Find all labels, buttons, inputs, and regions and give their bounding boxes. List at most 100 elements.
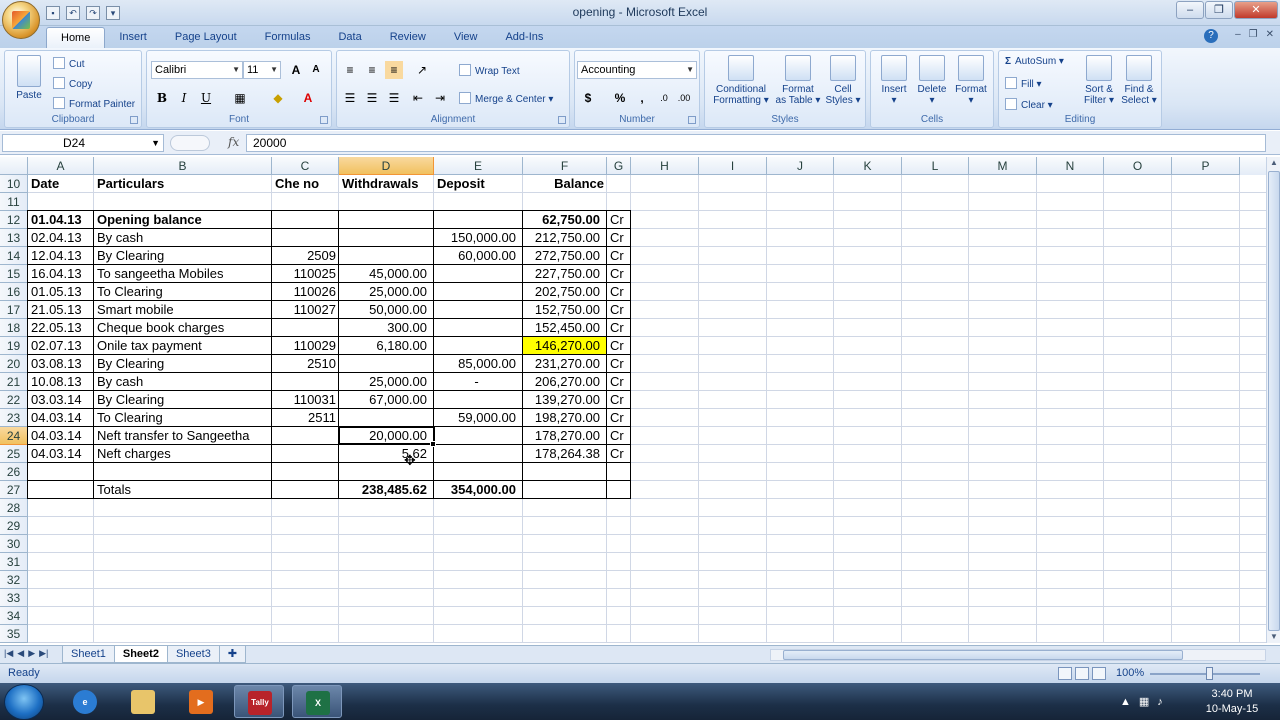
number-launcher-icon[interactable]	[688, 116, 696, 124]
cell-deposit[interactable]	[434, 445, 519, 463]
cell-deposit[interactable]	[434, 427, 519, 445]
taskbar-excel[interactable]: X	[292, 685, 342, 718]
tab-formulas[interactable]: Formulas	[251, 27, 325, 48]
cell-date[interactable]: 04.03.14	[28, 427, 85, 445]
last-sheet-icon[interactable]: ▶|	[39, 648, 48, 659]
merge-center-button[interactable]: Merge & Center ▾	[459, 92, 553, 105]
column-header-h[interactable]: H	[631, 157, 699, 175]
tab-view[interactable]: View	[440, 27, 492, 48]
cell-total-deposit[interactable]: 354,000.00	[434, 481, 519, 499]
workbook-close-icon[interactable]: ✕	[1266, 29, 1274, 40]
row-header-14[interactable]: 14	[0, 247, 28, 265]
cell-che-no[interactable]	[272, 427, 339, 445]
cell-particulars[interactable]: By Clearing	[94, 355, 167, 373]
grow-font-button[interactable]: A	[287, 61, 305, 79]
row-header-33[interactable]: 33	[0, 589, 28, 607]
row-header-34[interactable]: 34	[0, 607, 28, 625]
cell-particulars[interactable]: Opening balance	[94, 211, 205, 229]
cell-che-no[interactable]: 110027	[272, 301, 339, 319]
insert-sheet-icon[interactable]: ✚	[218, 646, 247, 663]
tab-data[interactable]: Data	[324, 27, 375, 48]
cell-deposit[interactable]: 60,000.00	[434, 247, 519, 265]
row-header-10[interactable]: 10	[0, 175, 28, 193]
cell-date[interactable]: 16.04.13	[28, 265, 85, 283]
cell-deposit[interactable]	[434, 283, 519, 301]
taskbar-tally[interactable]: Tally	[234, 685, 284, 718]
row-header-12[interactable]: 12	[0, 211, 28, 229]
vertical-scroll-thumb[interactable]	[1268, 171, 1280, 631]
cell-che-no[interactable]	[272, 373, 339, 391]
row-header-16[interactable]: 16	[0, 283, 28, 301]
cell-deposit[interactable]	[434, 301, 519, 319]
cell-che-no[interactable]: 110031	[272, 391, 339, 409]
cell-particulars[interactable]: By cash	[94, 229, 146, 247]
zoom-slider-knob[interactable]	[1206, 667, 1213, 680]
row-header-27[interactable]: 27	[0, 481, 28, 499]
cell-deposit[interactable]: 150,000.00	[434, 229, 519, 247]
row-header-20[interactable]: 20	[0, 355, 28, 373]
copy-button[interactable]: Copy	[53, 77, 92, 90]
cell-balance[interactable]: 227,750.00	[523, 265, 603, 283]
cell-che-no[interactable]: 2509	[272, 247, 339, 265]
wrap-text-button[interactable]: Wrap Text	[459, 64, 520, 77]
header-deposit[interactable]: Deposit	[434, 175, 488, 193]
fill-color-icon[interactable]: ◆	[269, 89, 287, 107]
cell-cr[interactable]: Cr	[607, 337, 627, 355]
cell-withdrawals[interactable]: 5.62	[339, 445, 430, 463]
network-icon[interactable]: ▦	[1139, 695, 1149, 708]
column-header-p[interactable]: P	[1172, 157, 1240, 175]
cell-balance[interactable]: 206,270.00	[523, 373, 603, 391]
cell-balance[interactable]: 146,270.00	[523, 337, 603, 355]
row-header-28[interactable]: 28	[0, 499, 28, 517]
fill-handle[interactable]	[430, 441, 436, 447]
vertical-scrollbar[interactable]: ▲ ▼	[1266, 157, 1280, 643]
cell-date[interactable]: 02.07.13	[28, 337, 85, 355]
cell-che-no[interactable]	[272, 319, 339, 337]
row-header-24[interactable]: 24	[0, 427, 28, 445]
italic-button[interactable]: I	[175, 89, 193, 107]
column-header-e[interactable]: E	[434, 157, 523, 175]
cell-particulars[interactable]: To Clearing	[94, 283, 166, 301]
cell-particulars[interactable]: Smart mobile	[94, 301, 177, 319]
taskbar-explorer[interactable]	[118, 685, 168, 718]
row-header-19[interactable]: 19	[0, 337, 28, 355]
taskbar-ie[interactable]: e	[60, 685, 110, 718]
conditional-formatting-button[interactable]: Conditional Formatting ▾	[709, 55, 773, 106]
horizontal-scroll-thumb[interactable]	[783, 650, 1183, 660]
header-particulars[interactable]: Particulars	[94, 175, 167, 193]
cell-balance[interactable]: 62,750.00	[523, 211, 603, 229]
tray-arrow-icon[interactable]: ▲	[1120, 696, 1131, 708]
row-header-30[interactable]: 30	[0, 535, 28, 553]
cell-cr[interactable]: Cr	[607, 211, 627, 229]
zoom-slider[interactable]	[1150, 673, 1260, 675]
cell-che-no[interactable]: 110025	[272, 265, 339, 283]
cell-withdrawals[interactable]: 300.00	[339, 319, 430, 337]
header-date[interactable]: Date	[28, 175, 62, 193]
align-left-icon[interactable]: ☰	[341, 89, 359, 107]
cell-cr[interactable]: Cr	[607, 265, 627, 283]
column-header-l[interactable]: L	[902, 157, 969, 175]
cell-particulars[interactable]: Neft charges	[94, 445, 174, 463]
autosum-button[interactable]: Σ AutoSum ▾	[1005, 56, 1064, 67]
cell-particulars[interactable]: To sangeetha Mobiles	[94, 265, 226, 283]
column-header-k[interactable]: K	[834, 157, 902, 175]
cell-deposit[interactable]	[434, 337, 519, 355]
column-header-b[interactable]: B	[94, 157, 272, 175]
cell-withdrawals[interactable]: 25,000.00	[339, 283, 430, 301]
align-center-icon[interactable]: ☰	[363, 89, 381, 107]
cell-date[interactable]: 01.05.13	[28, 283, 85, 301]
column-header-c[interactable]: C	[272, 157, 339, 175]
row-header-21[interactable]: 21	[0, 373, 28, 391]
format-painter-button[interactable]: Format Painter	[53, 97, 135, 110]
cell-deposit[interactable]	[434, 211, 519, 229]
row-header-13[interactable]: 13	[0, 229, 28, 247]
scroll-down-icon[interactable]: ▼	[1268, 631, 1280, 643]
cell-che-no[interactable]: 2511	[272, 409, 339, 427]
cell-cr[interactable]: Cr	[607, 445, 627, 463]
cell-particulars[interactable]: By Clearing	[94, 247, 167, 265]
next-sheet-icon[interactable]: ▶	[28, 648, 35, 659]
paste-button[interactable]: Paste	[11, 55, 47, 101]
normal-view-icon[interactable]	[1058, 667, 1072, 680]
row-header-15[interactable]: 15	[0, 265, 28, 283]
close-button[interactable]: ✕	[1234, 1, 1278, 19]
